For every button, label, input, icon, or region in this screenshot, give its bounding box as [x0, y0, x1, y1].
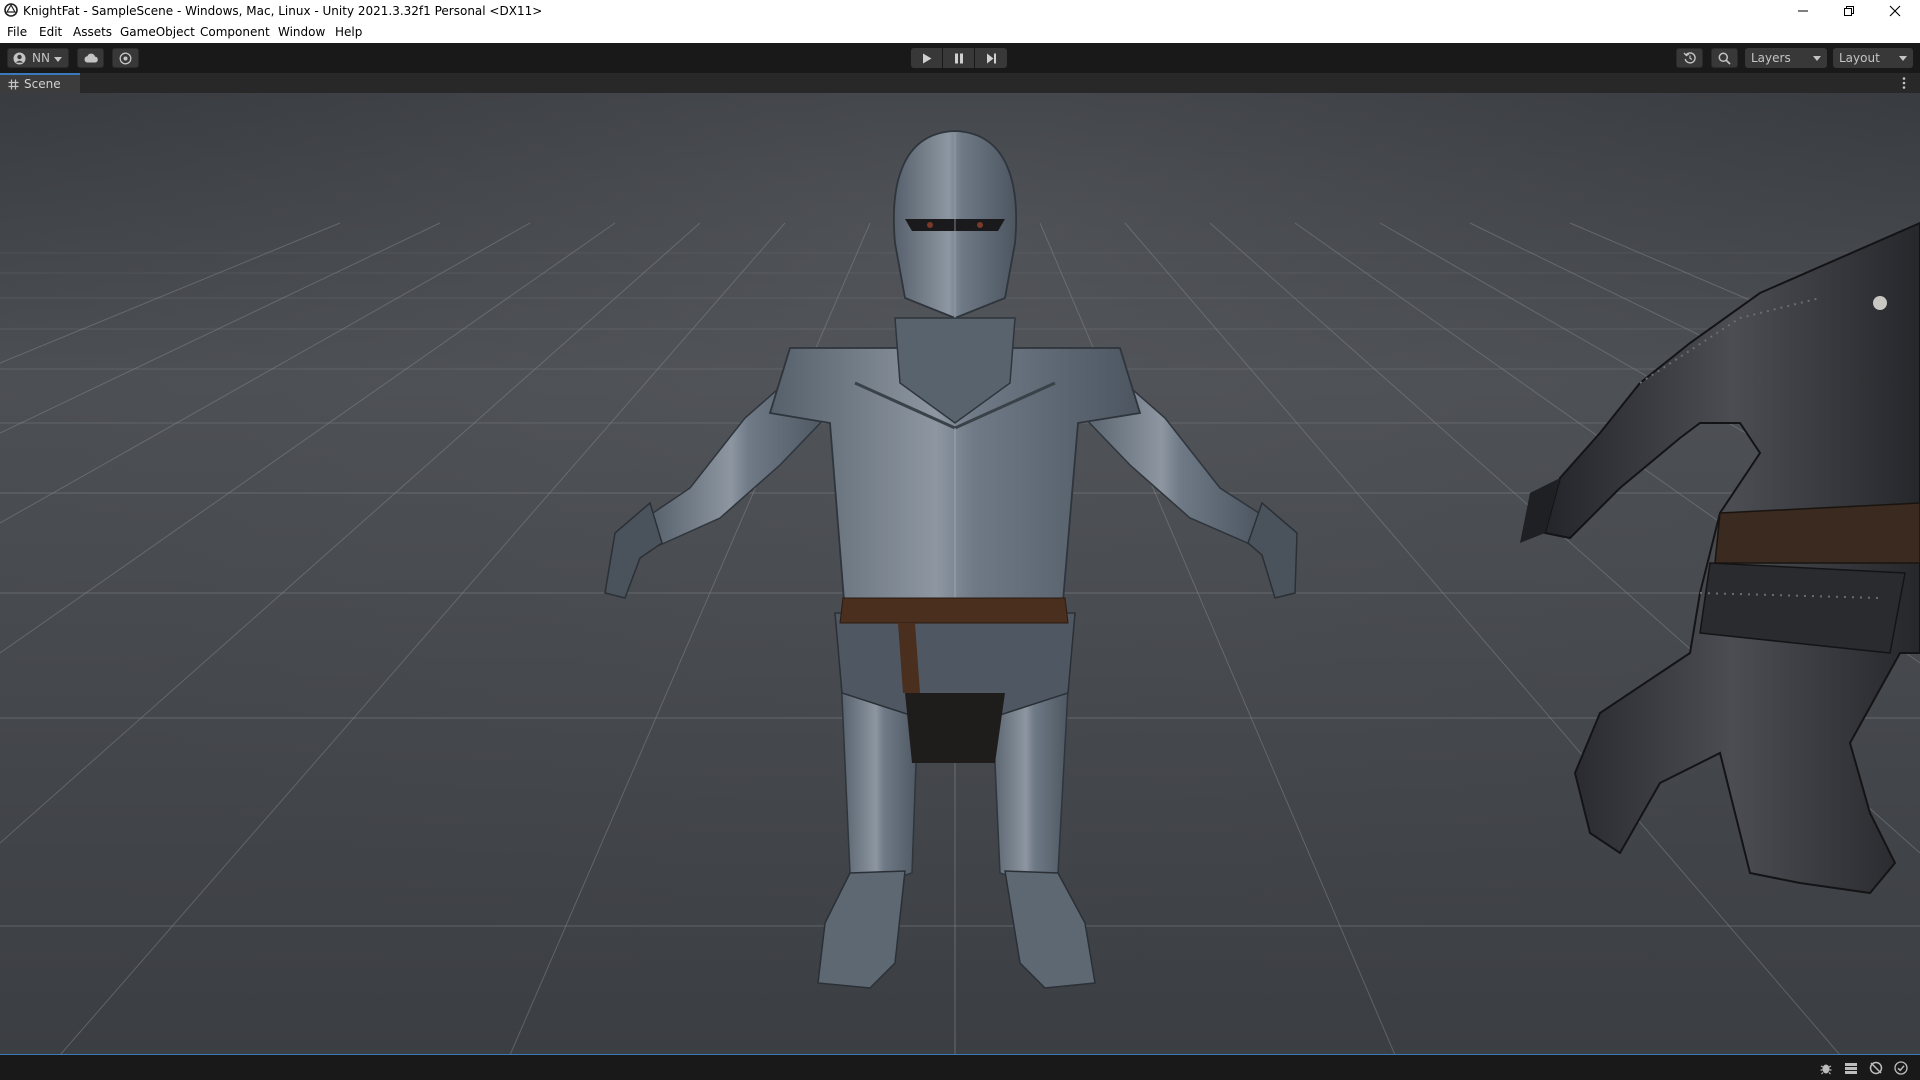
scene-tab-bar: Scene	[0, 73, 1920, 93]
scene-grid-icon	[8, 79, 19, 90]
search-icon	[1718, 52, 1731, 65]
menu-help[interactable]: Help	[335, 25, 362, 39]
menu-component[interactable]: Component	[200, 25, 270, 39]
play-controls	[911, 48, 1007, 68]
history-icon	[1683, 52, 1696, 64]
account-label: NN	[32, 51, 50, 65]
collab-icon	[119, 52, 132, 64]
step-icon	[986, 53, 996, 63]
title-bar: KnightFat - SampleScene - Windows, Mac, …	[0, 0, 1920, 22]
restore-button[interactable]	[1826, 0, 1872, 22]
status-bar	[0, 1055, 1920, 1080]
play-icon	[922, 53, 931, 63]
layers-dropdown[interactable]: Layers	[1745, 48, 1827, 68]
step-button[interactable]	[975, 48, 1007, 68]
layout-label: Layout	[1839, 51, 1880, 65]
minimize-icon	[1798, 10, 1808, 12]
search-button[interactable]	[1711, 48, 1738, 68]
kebab-menu-icon[interactable]	[1901, 76, 1907, 90]
progress-icon[interactable]	[1868, 1060, 1884, 1076]
unity-icon	[4, 3, 18, 17]
menu-gameobject[interactable]: GameObject	[120, 25, 195, 39]
close-icon	[1889, 5, 1901, 17]
close-button[interactable]	[1872, 0, 1918, 22]
play-button[interactable]	[911, 48, 942, 68]
check-icon[interactable]	[1893, 1060, 1909, 1076]
layout-dropdown[interactable]: Layout	[1833, 48, 1913, 68]
account-icon	[13, 52, 26, 64]
menu-edit[interactable]: Edit	[39, 25, 62, 39]
layers-label: Layers	[1751, 51, 1791, 65]
menu-assets[interactable]: Assets	[73, 25, 112, 39]
menu-file[interactable]: File	[7, 25, 27, 39]
menu-bar: File Edit Assets GameObject Component Wi…	[0, 22, 1920, 43]
cache-server-icon[interactable]	[1843, 1060, 1859, 1076]
scene-render	[0, 93, 1920, 1054]
scene-viewport[interactable]	[0, 93, 1920, 1055]
undo-history-button[interactable]	[1676, 48, 1703, 68]
minimize-button[interactable]	[1780, 0, 1826, 22]
pause-button[interactable]	[943, 48, 974, 68]
menu-window[interactable]: Window	[278, 25, 325, 39]
collab-button[interactable]	[112, 48, 139, 68]
tab-scene[interactable]: Scene	[0, 73, 80, 93]
pause-icon	[954, 53, 963, 63]
chevron-down-icon	[1899, 56, 1907, 61]
cloud-button[interactable]	[77, 48, 104, 68]
account-dropdown[interactable]: NN	[7, 48, 69, 68]
chevron-down-icon	[54, 57, 62, 62]
restore-icon	[1844, 6, 1854, 16]
main-toolbar: NN Layers Layout	[0, 43, 1920, 73]
window-title: KnightFat - SampleScene - Windows, Mac, …	[23, 4, 543, 18]
bug-icon[interactable]	[1818, 1060, 1834, 1076]
scene-tab-label: Scene	[24, 77, 61, 91]
cloud-icon	[84, 53, 98, 63]
chevron-down-icon	[1813, 56, 1821, 61]
